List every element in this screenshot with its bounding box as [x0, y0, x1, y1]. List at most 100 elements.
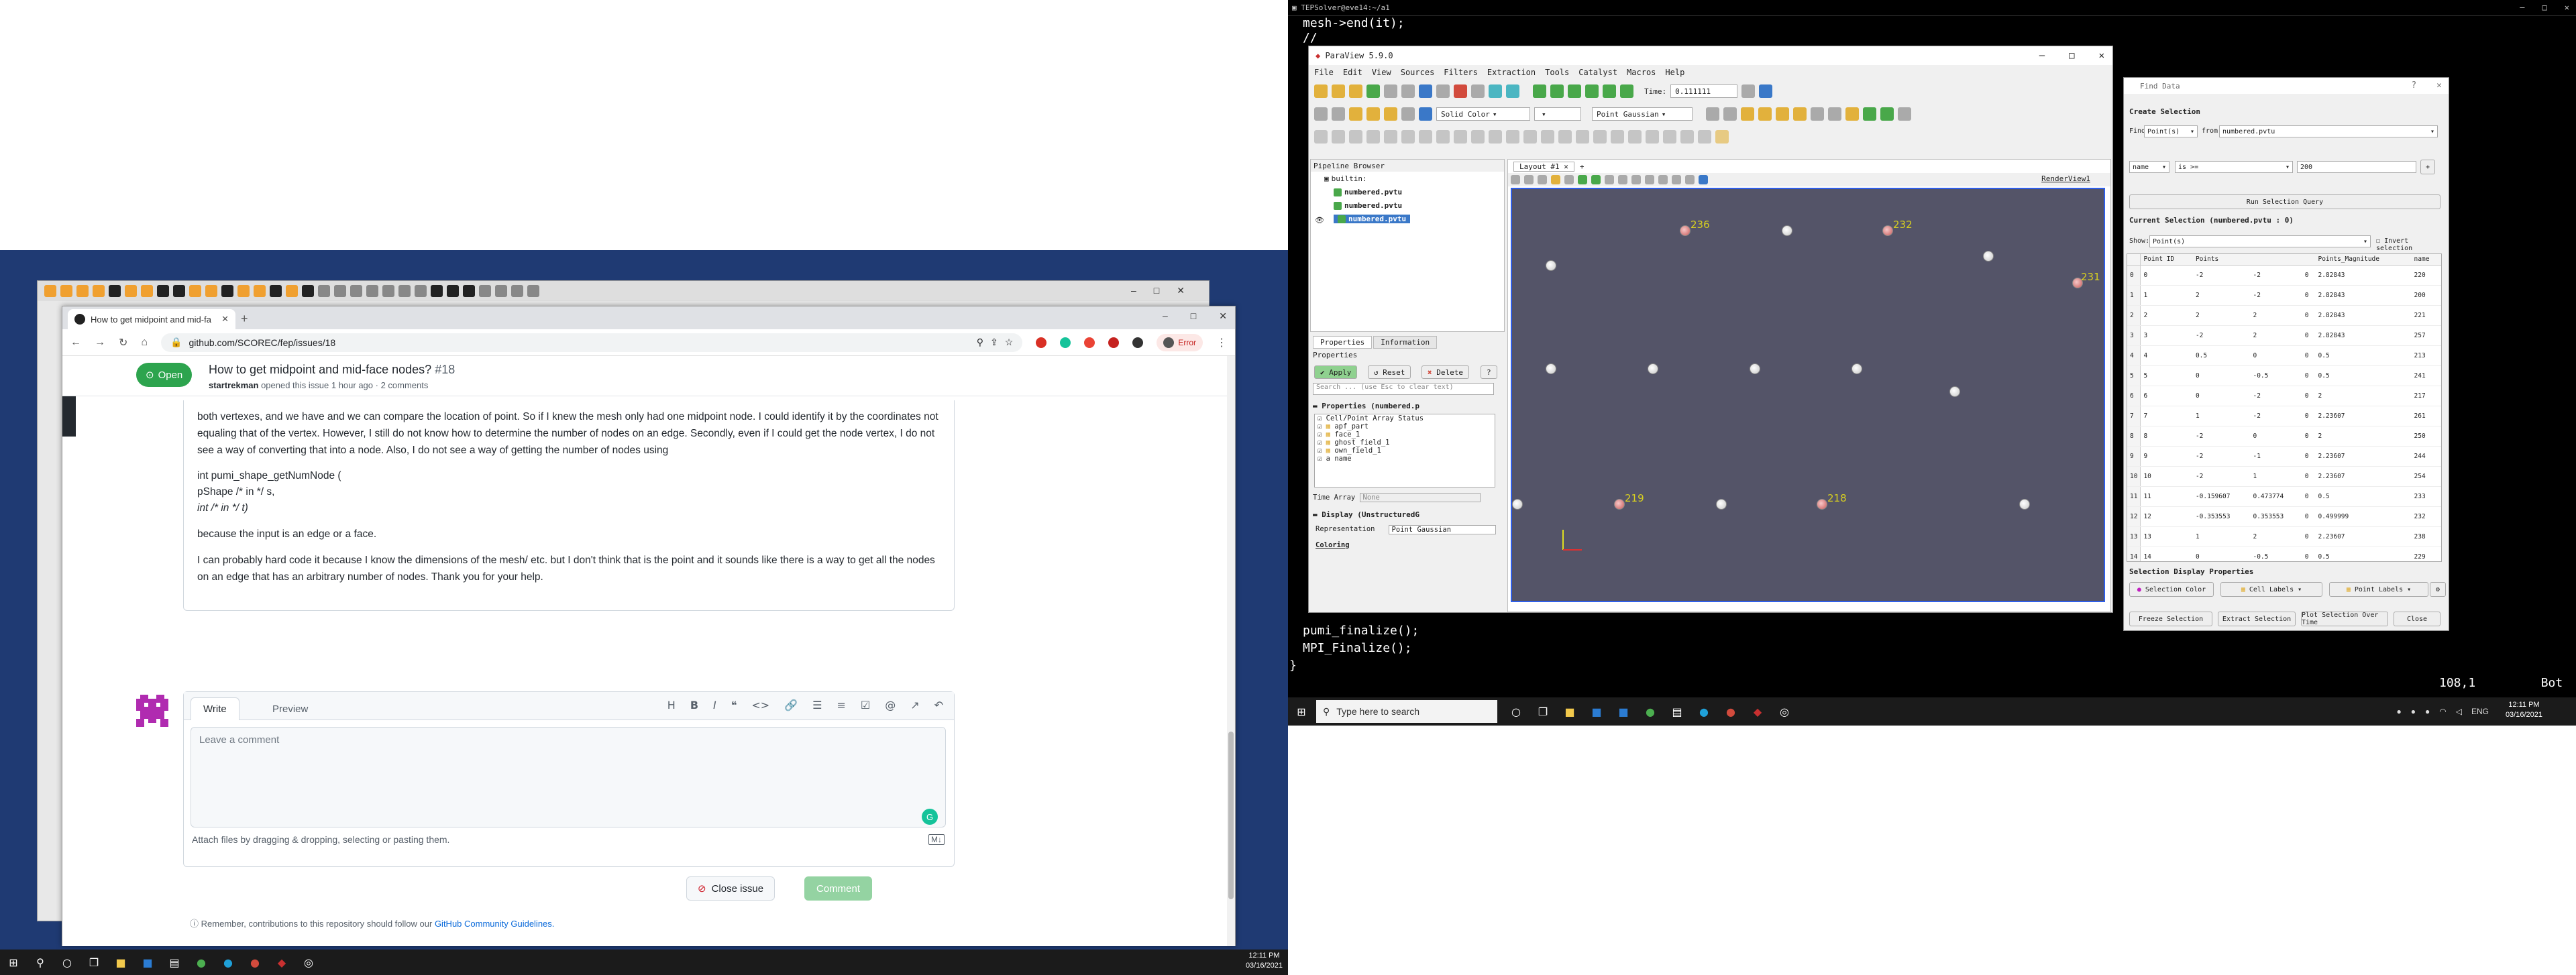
table-row[interactable]: 0 0 -2 -2 0 2.82843 220 — [2127, 265, 2441, 286]
column-header[interactable]: Point ID — [2140, 254, 2193, 266]
language-indicator[interactable]: ENG — [2471, 707, 2489, 716]
zoom-to-box-icon[interactable] — [1828, 107, 1841, 121]
close-tab-icon[interactable]: ✕ — [221, 314, 229, 325]
filter-icon[interactable] — [1646, 130, 1659, 144]
checkbox-icon[interactable]: ☑ — [1318, 431, 1322, 439]
help-button[interactable]: ? — [1481, 365, 1497, 379]
camera-redo-icon[interactable] — [1506, 84, 1519, 98]
menu-tools[interactable]: Tools — [1545, 68, 1569, 77]
menu-macros[interactable]: Macros — [1627, 68, 1656, 77]
filter-icon[interactable] — [1506, 130, 1519, 144]
extract-level-icon[interactable] — [1489, 130, 1502, 144]
extension-icon[interactable] — [1108, 337, 1120, 348]
tab-write[interactable]: Write — [191, 697, 239, 720]
column-header[interactable] — [2302, 254, 2316, 266]
word-icon[interactable]: ■ — [134, 950, 161, 975]
menu-help[interactable]: Help — [1665, 68, 1684, 77]
view-tool-icon[interactable] — [1658, 175, 1668, 184]
python-icon[interactable] — [1419, 84, 1432, 98]
open-icon[interactable] — [1314, 84, 1328, 98]
rotate-90-icon[interactable] — [1811, 107, 1824, 121]
zoom-data-icon[interactable] — [1759, 84, 1773, 98]
table-row[interactable]: 2 2 2 2 0 2.82843 221 — [2127, 305, 2441, 326]
tab-icon[interactable] — [254, 285, 266, 297]
select-cells-icon[interactable] — [1863, 107, 1876, 121]
grammarly-icon[interactable]: G — [922, 809, 938, 825]
back-icon[interactable]: ← — [70, 337, 81, 349]
zoom-icon[interactable]: ⚲ — [977, 337, 983, 348]
community-guidelines-link[interactable]: GitHub Community Guidelines. — [435, 919, 554, 929]
view-tool-icon[interactable] — [1578, 175, 1587, 184]
rescale-temporal-icon[interactable] — [1384, 107, 1397, 121]
tab-icon[interactable] — [334, 285, 346, 297]
issue-author-link[interactable]: startrekman — [209, 380, 258, 390]
tray-icon[interactable]: ● — [2425, 707, 2430, 716]
chrome-icon[interactable]: ● — [1637, 699, 1664, 724]
italic-icon[interactable]: I — [713, 699, 716, 711]
select-points-icon[interactable] — [1880, 107, 1894, 121]
find-type-select[interactable]: Point(s) ▾ — [2144, 125, 2198, 137]
tab-icon[interactable] — [109, 285, 121, 297]
column-header[interactable] — [2250, 254, 2302, 266]
tab-icon[interactable] — [60, 285, 72, 297]
eye-icon[interactable]: 👁 — [1315, 216, 1324, 225]
tab-icon[interactable] — [76, 285, 89, 297]
time-input[interactable]: 0.111111 — [1670, 84, 1738, 98]
wifi-icon[interactable]: ◠ — [2439, 707, 2446, 716]
table-row[interactable]: 13 13 1 2 0 2.23607 238 — [2127, 526, 2441, 547]
profile-button[interactable]: Error — [1157, 333, 1203, 351]
taskbar-search-box[interactable]: ⚲ Type here to search — [1316, 700, 1497, 723]
menu-icon[interactable]: ⋮ — [1216, 336, 1227, 349]
zoom-to-data-icon[interactable] — [1723, 107, 1737, 121]
tab-icon[interactable] — [511, 285, 523, 297]
view-tool-icon[interactable] — [1699, 175, 1708, 184]
last-frame-icon[interactable] — [1603, 84, 1616, 98]
tab-icon[interactable] — [270, 285, 282, 297]
cell-labels-button[interactable]: ▦ Cell Labels ▾ — [2220, 582, 2322, 597]
volume-icon[interactable]: ◁ — [2456, 707, 2462, 716]
previous-frame-icon[interactable] — [1550, 84, 1564, 98]
menu-edit[interactable]: Edit — [1343, 68, 1362, 77]
address-bar[interactable]: 🔒 github.com/SCOREC/fep/issues/18 ⚲ ⇪ ☆ — [161, 333, 1023, 352]
table-row[interactable]: 8 8 -2 0 0 2 250 — [2127, 426, 2441, 447]
visible-range-icon[interactable] — [1401, 107, 1415, 121]
bold-icon[interactable]: B — [690, 699, 698, 711]
reset-range-icon[interactable] — [1349, 107, 1362, 121]
array-item[interactable]: ☑ ▦ ghost_field_1 — [1315, 439, 1495, 447]
render-view-canvas[interactable]: 236 232 231 219 218 — [1511, 188, 2105, 602]
maximize-icon[interactable]: □ — [2069, 50, 2074, 61]
mention-icon[interactable]: @ — [885, 699, 896, 711]
contour-icon[interactable] — [1332, 130, 1345, 144]
view-tool-icon[interactable] — [1551, 175, 1560, 184]
terminal-window[interactable]: ▣ TEPSolver@eve14:~/a1 – □ ✕ mesh->end(i… — [1288, 0, 2576, 697]
representation-select[interactable]: Point Gaussian ▾ — [1592, 107, 1693, 121]
tab-icon[interactable] — [415, 285, 427, 297]
tray-icon[interactable]: ● — [2397, 707, 2402, 716]
filter-icon[interactable] — [1576, 130, 1589, 144]
tab-icon[interactable] — [205, 285, 217, 297]
attach-files-hint[interactable]: Attach files by dragging & dropping, sel… — [192, 834, 449, 845]
label-properties-button[interactable]: ⚙ — [2430, 582, 2446, 597]
checkbox-icon[interactable]: ☑ — [1318, 414, 1322, 422]
menu-extraction[interactable]: Extraction — [1487, 68, 1536, 77]
pipeline-item[interactable]: numbered.pvtu — [1334, 201, 1402, 210]
share-icon[interactable]: ⇪ — [990, 337, 998, 348]
macro-icon[interactable] — [1436, 84, 1450, 98]
time-array-select[interactable]: None — [1359, 493, 1481, 502]
tab-icon[interactable] — [350, 285, 362, 297]
view-tool-icon[interactable] — [1511, 175, 1520, 184]
task-view-icon[interactable]: ❐ — [80, 950, 107, 975]
table-row[interactable]: 14 14 0 -0.5 0 0.5 229 — [2127, 547, 2441, 561]
toggle-color-legend-icon[interactable] — [1314, 107, 1328, 121]
close-icon[interactable]: ✕ — [2565, 3, 2569, 12]
minimize-icon[interactable]: – — [1163, 310, 1168, 322]
minimize-icon[interactable]: – — [2520, 3, 2524, 12]
tab-icon[interactable] — [286, 285, 298, 297]
interact-icon[interactable] — [1419, 107, 1432, 121]
tab-preview[interactable]: Preview — [260, 697, 320, 720]
reload-icon[interactable]: ↻ — [119, 336, 127, 349]
tab-information[interactable]: Information — [1373, 336, 1438, 349]
filter-icon[interactable] — [1558, 130, 1572, 144]
tab-icon[interactable] — [173, 285, 185, 297]
invert-selection-checkbox[interactable]: ☐ Invert selection — [2376, 237, 2449, 252]
